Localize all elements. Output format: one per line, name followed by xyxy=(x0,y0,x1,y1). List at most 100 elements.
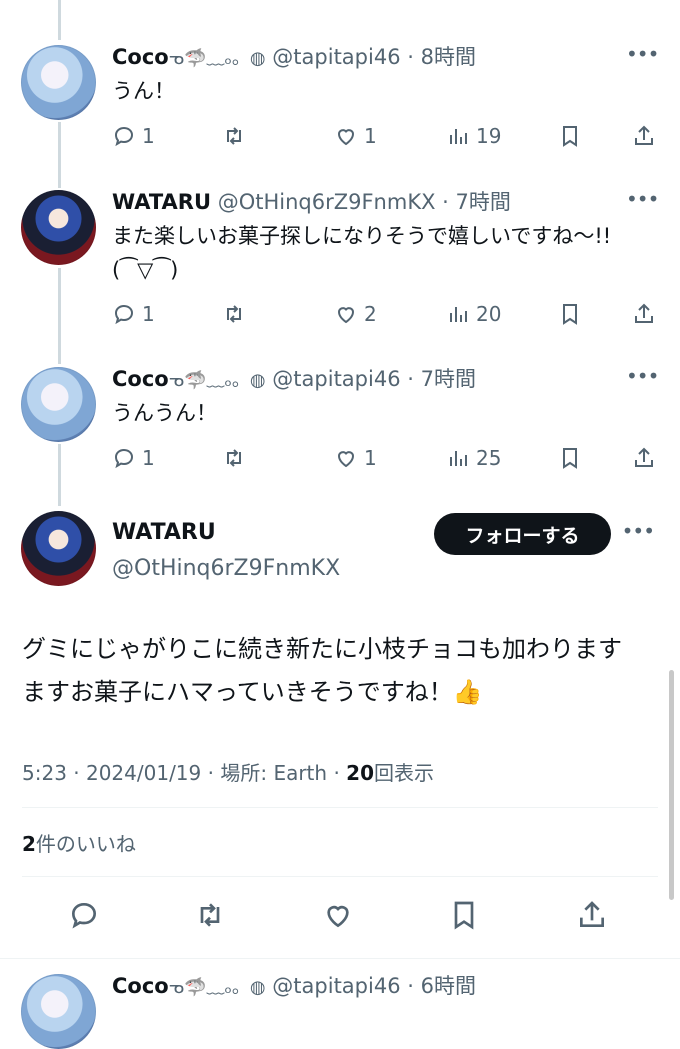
user-name[interactable]: Coco xyxy=(112,367,169,391)
like-count: 1 xyxy=(364,124,377,148)
like-button[interactable] xyxy=(316,890,360,940)
share-button[interactable] xyxy=(632,119,662,153)
avatar[interactable] xyxy=(21,974,96,1049)
share-button[interactable] xyxy=(632,441,662,475)
bookmark-button[interactable] xyxy=(442,890,486,940)
retweet-icon xyxy=(227,305,241,323)
retweet-button[interactable] xyxy=(222,297,252,331)
tweet-actions: 1 1 25 xyxy=(112,441,660,475)
name-decoration: ᓀ🦈﹏ₒ。◍ xyxy=(168,370,266,391)
user-name[interactable]: WATARU xyxy=(112,190,211,214)
retweet-button[interactable] xyxy=(222,119,252,153)
scrollbar[interactable] xyxy=(669,670,674,900)
views-count: 25 xyxy=(476,446,502,470)
follow-button[interactable]: フォローする xyxy=(434,513,611,555)
retweet-button[interactable] xyxy=(188,890,232,940)
user-handle[interactable]: @tapitapi46 xyxy=(272,45,400,69)
avatar[interactable] xyxy=(21,45,96,120)
bookmark-icon xyxy=(454,901,474,930)
reply-tweet[interactable]: Cocoᓀ🦈﹏ₒ。◍ @tapitapi46 · 8時間 ••• うん！ 1 1… xyxy=(0,41,680,171)
reply-button[interactable]: 1 xyxy=(112,297,155,331)
bookmark-button[interactable] xyxy=(558,441,588,475)
bookmark-icon xyxy=(563,126,577,147)
user-handle[interactable]: @OtHinq6rZ9FnmKX xyxy=(218,190,436,214)
reply-tweet[interactable]: Cocoᓀ🦈﹏ₒ。◍ @tapitapi46 · 6時間 xyxy=(0,970,680,1049)
bookmark-icon xyxy=(563,448,577,469)
main-tweet-header: WATARU @OtHinq6rZ9FnmKX xyxy=(112,515,340,587)
timestamp[interactable]: 7時間 xyxy=(456,190,511,214)
thread-line xyxy=(58,0,61,40)
like-count: 1 xyxy=(364,446,377,470)
likes-summary[interactable]: 2件のいいね xyxy=(22,828,136,857)
reply-tweet[interactable]: Cocoᓀ🦈﹏ₒ。◍ @tapitapi46 · 7時間 ••• うんうん！ 1… xyxy=(0,363,680,483)
user-name[interactable]: WATARU xyxy=(112,515,340,551)
separator: · xyxy=(442,190,449,214)
like-button[interactable]: 1 xyxy=(334,441,377,475)
tweet-header: Cocoᓀ🦈﹏ₒ。◍ @tapitapi46 · 7時間 xyxy=(112,363,610,395)
bookmark-icon xyxy=(563,304,577,325)
reply-count: 1 xyxy=(142,446,155,470)
timestamp[interactable]: 7時間 xyxy=(421,367,476,391)
share-icon xyxy=(635,125,653,145)
user-handle[interactable]: @tapitapi46 xyxy=(272,367,400,391)
retweet-icon xyxy=(200,903,220,927)
avatar[interactable] xyxy=(21,190,96,265)
user-handle[interactable]: @tapitapi46 xyxy=(272,974,400,998)
separator: · xyxy=(407,45,414,69)
more-options-icon[interactable]: ••• xyxy=(626,363,659,395)
views-button[interactable]: 25 xyxy=(446,441,501,475)
views-count: 20 xyxy=(346,761,374,785)
divider xyxy=(22,807,658,808)
bookmark-button[interactable] xyxy=(558,119,588,153)
views-count: 19 xyxy=(476,124,502,148)
reply-tweet[interactable]: WATARU @OtHinq6rZ9FnmKX · 7時間 ••• また楽しいお… xyxy=(0,186,680,336)
likes-count: 2 xyxy=(22,832,36,856)
user-name[interactable]: Coco xyxy=(112,45,169,69)
divider xyxy=(22,876,658,877)
more-options-icon[interactable]: ••• xyxy=(626,41,659,73)
share-button[interactable] xyxy=(632,297,662,331)
bookmark-button[interactable] xyxy=(558,297,588,331)
like-button[interactable]: 1 xyxy=(334,119,377,153)
more-options-icon[interactable]: ••• xyxy=(626,186,659,218)
like-icon xyxy=(327,905,349,928)
timestamp[interactable]: 8時間 xyxy=(421,45,476,69)
views-button[interactable]: 19 xyxy=(446,119,501,153)
retweet-icon xyxy=(227,127,241,145)
share-button[interactable] xyxy=(570,890,614,940)
tweet-actions: 1 1 19 xyxy=(112,119,660,153)
reply-button[interactable]: 1 xyxy=(112,119,155,153)
reply-icon xyxy=(71,902,97,929)
retweet-button[interactable] xyxy=(222,441,252,475)
share-icon xyxy=(635,303,653,323)
like-icon xyxy=(337,129,355,146)
reply-button[interactable] xyxy=(62,890,106,940)
reply-button[interactable]: 1 xyxy=(112,441,155,475)
more-options-icon[interactable]: ••• xyxy=(622,519,655,543)
like-button[interactable]: 2 xyxy=(334,297,377,331)
avatar[interactable] xyxy=(21,367,96,442)
retweet-icon xyxy=(227,449,241,467)
likes-label: 件のいいね xyxy=(35,832,136,856)
user-name[interactable]: Coco xyxy=(112,974,169,998)
user-handle[interactable]: @OtHinq6rZ9FnmKX xyxy=(112,551,340,587)
tweet-location: 場所: Earth xyxy=(220,761,328,785)
tweet-meta: 5:23 · 2024/01/19 · 場所: Earth · 20回表示 xyxy=(22,757,434,786)
main-tweet-actions xyxy=(22,890,658,940)
views-icon xyxy=(450,307,467,322)
tweet-header: WATARU @OtHinq6rZ9FnmKX · 7時間 xyxy=(112,186,610,218)
like-count: 2 xyxy=(364,302,377,326)
views-icon xyxy=(450,451,467,466)
tweet-timestamp[interactable]: 5:23 · 2024/01/19 xyxy=(22,761,201,785)
views-count: 20 xyxy=(476,302,502,326)
tweet-header: Cocoᓀ🦈﹏ₒ。◍ @tapitapi46 · 8時間 xyxy=(112,41,610,73)
avatar[interactable] xyxy=(21,511,96,586)
separator: · xyxy=(407,974,414,998)
name-decoration: ᓀ🦈﹏ₒ。◍ xyxy=(168,48,266,69)
tweet-actions: 1 2 20 xyxy=(112,297,660,331)
like-icon xyxy=(337,307,355,324)
timestamp[interactable]: 6時間 xyxy=(421,974,476,998)
share-icon xyxy=(635,447,653,467)
views-button[interactable]: 20 xyxy=(446,297,501,331)
reply-icon xyxy=(114,304,134,325)
